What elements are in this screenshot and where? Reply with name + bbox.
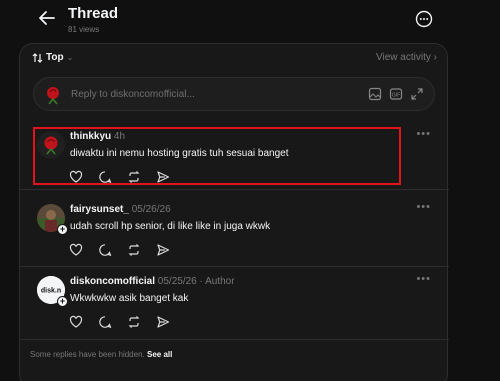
back-arrow-icon[interactable] <box>38 10 56 26</box>
more-dots-icon[interactable]: ••• <box>416 273 431 285</box>
comment-icon[interactable] <box>98 243 112 257</box>
plus-icon[interactable]: + <box>57 224 68 235</box>
plus-icon[interactable]: + <box>57 296 68 307</box>
reply-text: udah scroll hp senior, di like like in j… <box>70 221 271 232</box>
see-all-link[interactable]: See all <box>147 350 172 359</box>
reply-header: fairysunset_ 05/26/26 <box>70 204 171 215</box>
page-title: Thread <box>68 5 119 22</box>
repost-icon[interactable] <box>127 243 141 257</box>
heart-icon[interactable] <box>69 243 83 257</box>
sort-dropdown[interactable]: Top ⌄ <box>32 52 73 63</box>
username[interactable]: fairysunset_ <box>70 204 129 215</box>
thread-panel: Top ⌄ View activity › Reply to diskoncom… <box>19 43 449 381</box>
hidden-replies-note: Some replies have been hidden. See all <box>30 350 172 359</box>
repost-icon[interactable] <box>127 315 141 329</box>
view-count: 81 views <box>68 25 100 34</box>
share-icon[interactable] <box>156 315 170 329</box>
timestamp: 05/25/26 <box>157 276 197 287</box>
reply-placeholder: Reply to diskoncomofficial... <box>71 89 195 100</box>
top-bar: Thread 81 views <box>0 0 500 40</box>
sort-icon <box>32 52 43 63</box>
heart-icon[interactable] <box>69 315 83 329</box>
username[interactable]: diskoncomofficial <box>70 276 155 287</box>
comment-icon[interactable] <box>98 315 112 329</box>
reply-header: diskoncomofficial 05/25/26 · Author <box>70 276 235 287</box>
action-row <box>69 243 170 257</box>
avatar <box>40 82 66 108</box>
reply-box-icons: GIF <box>368 87 424 101</box>
divider <box>20 189 449 190</box>
timestamp: 05/26/26 <box>131 204 171 215</box>
view-activity-link[interactable]: View activity › <box>376 52 437 63</box>
view-activity-label: View activity <box>376 52 431 63</box>
sort-row: Top ⌄ View activity › <box>32 52 437 68</box>
divider <box>20 339 449 340</box>
action-row <box>69 315 170 329</box>
share-icon[interactable] <box>156 243 170 257</box>
chevron-right-icon: › <box>433 52 437 63</box>
more-dots-icon[interactable]: ••• <box>416 201 431 213</box>
title-block: Thread 81 views <box>68 5 119 35</box>
more-circle-icon[interactable] <box>415 10 433 28</box>
more-dots-icon[interactable]: ••• <box>416 128 431 140</box>
image-icon[interactable] <box>368 87 382 101</box>
gif-icon[interactable]: GIF <box>389 87 403 101</box>
expand-icon[interactable] <box>410 87 424 101</box>
avatar[interactable]: + <box>37 204 68 235</box>
reply-text: Wkwkwkw asik banget kak <box>70 293 189 304</box>
divider <box>20 266 449 267</box>
avatar-logo-text: disk.n <box>41 288 61 295</box>
author-tag: Author <box>205 276 235 287</box>
avatar[interactable]: disk.n + <box>37 276 68 307</box>
sort-label: Top <box>46 52 64 63</box>
reply-box[interactable]: Reply to diskoncomofficial... GIF <box>33 77 435 111</box>
svg-text:GIF: GIF <box>392 93 400 99</box>
highlight-box <box>33 127 401 185</box>
hidden-replies-text: Some replies have been hidden. <box>30 350 145 359</box>
chevron-down-icon: ⌄ <box>66 53 74 62</box>
